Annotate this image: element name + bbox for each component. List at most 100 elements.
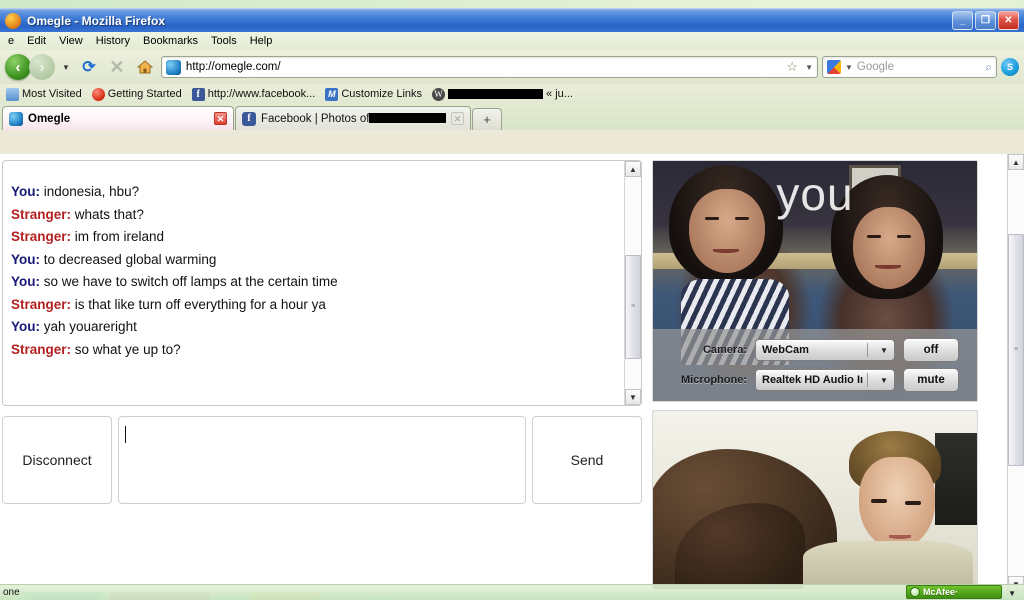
search-icon[interactable]: ⌕	[985, 60, 992, 75]
search-input[interactable]: Google	[857, 61, 981, 73]
folder-icon	[6, 87, 19, 101]
page-scroll-thumb[interactable]: ≡	[1008, 234, 1024, 466]
tab-omegle[interactable]: Omegle ✕	[2, 106, 234, 130]
microphone-select[interactable]: Realtek HD Audio Iı ▼	[755, 369, 895, 391]
page-scroll-track[interactable]: ≡	[1008, 170, 1024, 576]
tab-close-icon[interactable]: ✕	[214, 112, 227, 125]
menu-item-edit[interactable]: Edit	[27, 35, 46, 47]
stranger-eye-left	[871, 499, 887, 503]
bookmark-redacted[interactable]: W « ju...	[429, 87, 576, 101]
new-tab-button[interactable]: +	[472, 108, 502, 130]
navigation-toolbar: ‹ › ▼ ⟳ ✕ http://omegle.com/ ☆ ▼ ▼ Googl…	[0, 50, 1024, 84]
title-bar: Omegle - Mozilla Firefox _ ❐ ✕	[0, 8, 1024, 32]
tab-facebook[interactable]: f Facebook | Photos ofs... ✕	[235, 106, 471, 130]
reload-icon[interactable]: ⟳	[77, 55, 101, 79]
chat-author: You:	[11, 319, 40, 334]
chat-author: You:	[11, 274, 40, 289]
chat-text: whats that?	[74, 206, 144, 222]
stranger-mouth	[889, 535, 911, 539]
chat-controls: Disconnect Send	[2, 416, 642, 504]
camera-select[interactable]: WebCam ▼	[755, 339, 895, 361]
chat-scrollbar[interactable]: ▲ ≡ ▼	[624, 161, 641, 405]
stranger-video	[652, 410, 978, 590]
bookmark-label: Getting Started	[107, 88, 182, 100]
minimize-button[interactable]: _	[952, 11, 973, 30]
chat-message: You: so we have to switch off lamps at t…	[11, 271, 631, 294]
home-glyph	[136, 60, 153, 74]
bookmark-label: http://www.facebook...	[207, 88, 316, 100]
redacted-bar	[369, 112, 446, 123]
self-video: you Camera: WebCam ▼ off Microphone: Rea…	[652, 160, 978, 402]
menu-item-help[interactable]: Help	[250, 35, 273, 47]
bookmark-label: Customize Links	[341, 88, 423, 100]
chat-scroll-thumb[interactable]: ≡	[625, 255, 641, 359]
window-controls: _ ❐ ✕	[952, 11, 1022, 30]
url-dropdown-icon[interactable]: ▼	[803, 63, 813, 72]
menu-item-bookmarks[interactable]: Bookmarks	[143, 35, 198, 47]
disconnect-button[interactable]: Disconnect	[2, 416, 112, 504]
site-favicon-icon	[165, 59, 181, 75]
url-bar[interactable]: http://omegle.com/ ☆ ▼	[160, 56, 818, 78]
chat-author: You:	[11, 251, 40, 267]
menu-item-file[interactable]: e	[8, 35, 14, 47]
chevron-down-icon[interactable]: ▼	[874, 376, 894, 385]
maximize-button[interactable]: ❐	[975, 11, 996, 30]
person-b-eye-left	[867, 235, 881, 238]
person-a-eye-right	[735, 217, 749, 220]
menu-item-history[interactable]: History	[96, 35, 130, 47]
bookmark-customize-links[interactable]: M Customize Links	[322, 87, 425, 101]
microphone-row: Microphone: Realtek HD Audio Iı ▼ mute	[665, 368, 965, 392]
chat-scroll-track[interactable]: ≡	[625, 177, 641, 389]
forward-button[interactable]: ›	[29, 54, 55, 80]
stop-icon[interactable]: ✕	[105, 55, 129, 79]
send-button[interactable]: Send	[532, 416, 642, 504]
menu-item-tools[interactable]: Tools	[211, 35, 237, 47]
chat-scroll-up-button[interactable]: ▲	[625, 161, 641, 177]
tab-close-icon[interactable]: ✕	[451, 112, 464, 125]
person-a-smile	[713, 249, 739, 253]
bookmark-getting-started[interactable]: Getting Started	[89, 87, 185, 101]
url-input[interactable]: http://omegle.com/	[186, 61, 281, 73]
search-engine-dropdown-icon[interactable]: ▼	[845, 63, 853, 72]
bookmark-star-icon[interactable]: ☆	[786, 59, 798, 75]
camera-off-button[interactable]: off	[903, 338, 959, 362]
bookmark-label: Most Visited	[22, 88, 82, 100]
back-button[interactable]: ‹	[5, 54, 31, 80]
chevron-down-icon[interactable]: ▼	[874, 346, 894, 355]
microphone-mute-button[interactable]: mute	[903, 368, 959, 392]
page-scrollbar[interactable]: ▲ ≡ ▼	[1007, 154, 1024, 592]
window-title: Omegle - Mozilla Firefox	[27, 13, 166, 28]
bookmark-facebook[interactable]: f http://www.facebook...	[189, 87, 319, 101]
search-bar[interactable]: ▼ Google ⌕	[822, 56, 997, 78]
home-icon[interactable]	[133, 55, 157, 79]
chat-text: indonesia, hbu?	[43, 184, 140, 199]
person-a-face	[689, 189, 765, 273]
chat-message: Stranger: whats that?	[11, 204, 631, 227]
firefox-window: Omegle - Mozilla Firefox _ ❐ ✕ e Edit Vi…	[0, 8, 1024, 592]
chat-message: Stranger: so what ye up to?	[11, 339, 631, 362]
skype-icon[interactable]: S	[1001, 58, 1019, 76]
chat-text: so we have to switch off lamps at the ce…	[43, 274, 338, 289]
mcafee-label: McAfee·	[923, 587, 959, 597]
mcafee-badge[interactable]: McAfee·	[906, 585, 1002, 599]
bookmark-most-visited[interactable]: Most Visited	[3, 87, 85, 101]
scroll-grip-icon: ≡	[1013, 346, 1019, 353]
chat-text: so what ye up to?	[74, 341, 181, 357]
select-divider	[867, 343, 868, 357]
history-dropdown-icon[interactable]: ▼	[59, 63, 73, 72]
message-input[interactable]	[118, 416, 526, 504]
bookmarks-bar: Most Visited Getting Started f http://ww…	[0, 84, 1024, 104]
omegle-page: You: indonesia, hbu? Stranger: whats tha…	[0, 154, 1010, 592]
tray-expand-icon[interactable]: ▼	[1008, 589, 1016, 598]
bookmark-label: « ju...	[546, 88, 573, 100]
chat-scroll-down-button[interactable]: ▼	[625, 389, 641, 405]
page-scroll-up-button[interactable]: ▲	[1008, 154, 1024, 170]
person-b-smile	[875, 265, 901, 269]
self-video-label: you	[776, 168, 854, 220]
menu-item-view[interactable]: View	[59, 35, 83, 47]
chat-author: Stranger:	[11, 229, 72, 244]
chat-author: You:	[11, 184, 40, 199]
close-button[interactable]: ✕	[998, 11, 1019, 30]
chat-author: Stranger:	[11, 296, 72, 312]
redacted-bar	[448, 89, 544, 99]
